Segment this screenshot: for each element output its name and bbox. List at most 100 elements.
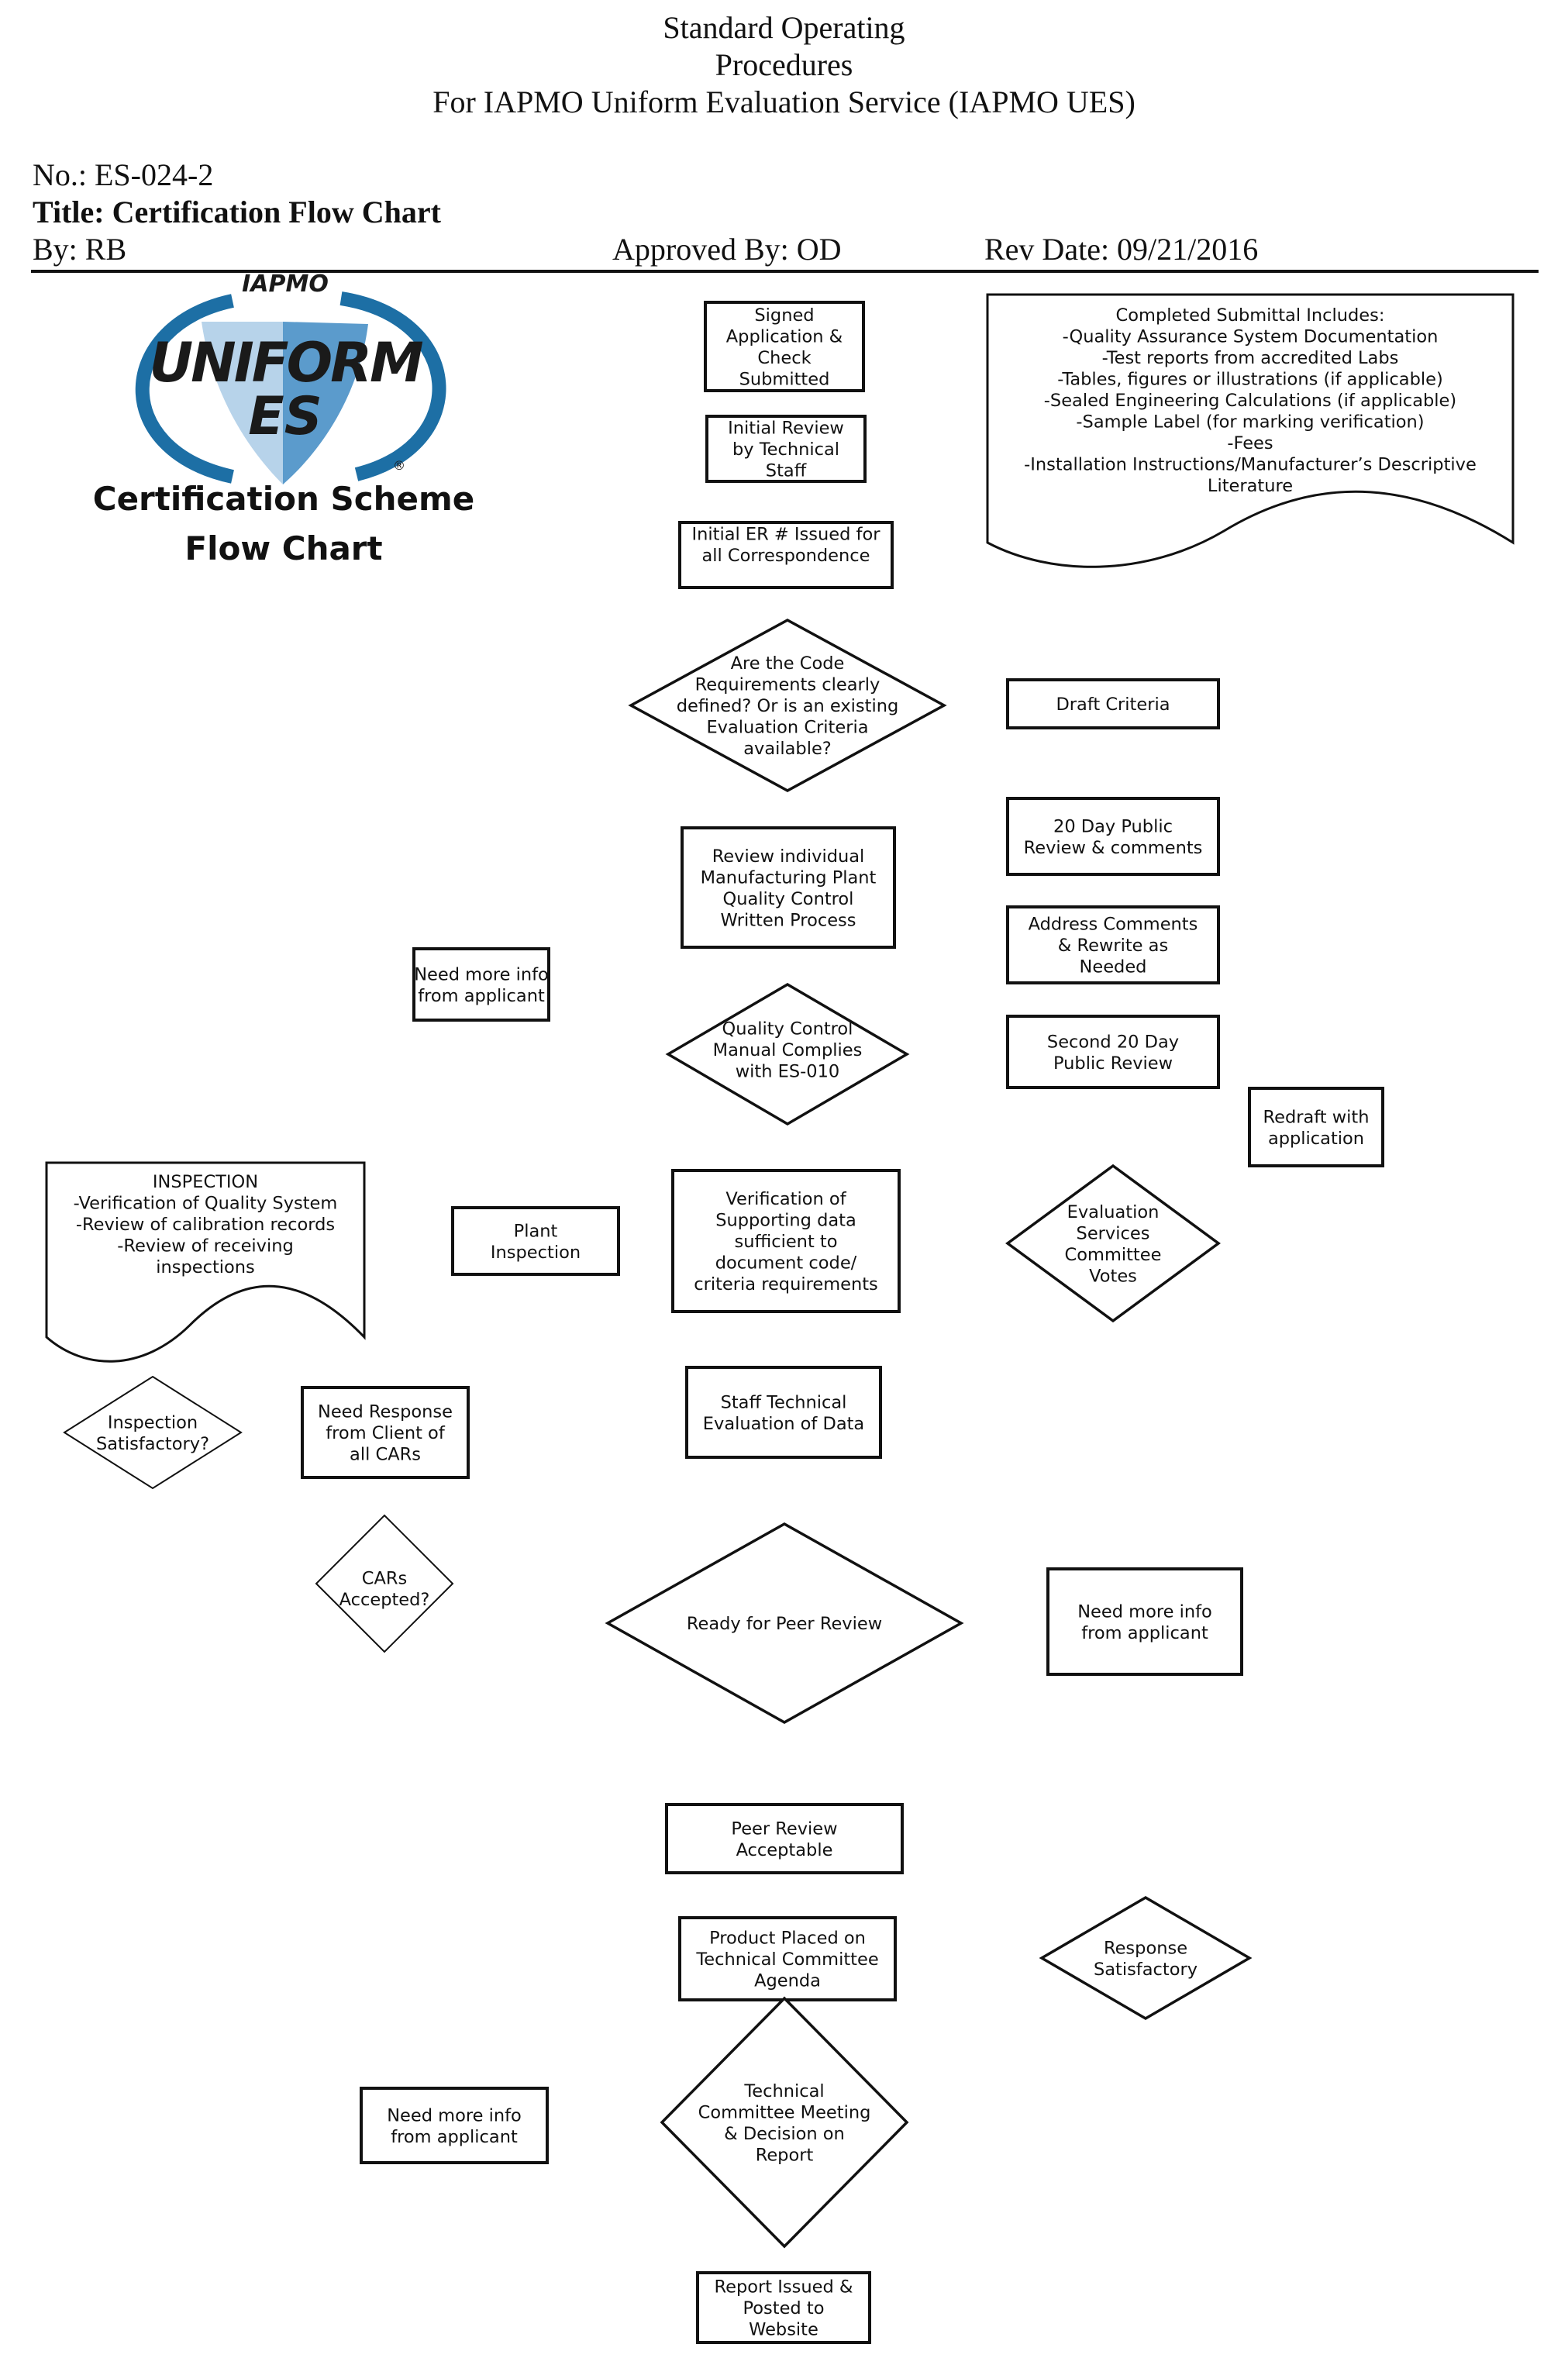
staff-technical-text-line: Staff Technical	[721, 1392, 847, 1412]
second-public-review-text-line: Public Review	[1053, 1053, 1173, 1074]
product-placed-text-line: Technical Committee	[695, 1949, 878, 1970]
verification-text-line: Verification of	[725, 1189, 846, 1209]
submittal-doc-text-line: -Sealed Engineering Calculations (if app…	[1044, 391, 1456, 411]
report-issued-box: Report Issued &Posted toWebsite	[696, 2271, 871, 2344]
response-satisfactory-decision: ResponseSatisfactory	[1039, 1895, 1253, 2021]
report-issued-text-line: Report Issued &	[715, 2277, 853, 2298]
initial-review-text-line: by Technical	[732, 440, 839, 460]
redraft-box: Redraft withapplication	[1248, 1087, 1384, 1167]
verification-text-line: criteria requirements	[694, 1274, 878, 1294]
product-placed-text-line: Agenda	[754, 1971, 821, 1991]
logo-main-text: UNIFORM	[149, 331, 423, 395]
plant-inspection-box: PlantInspection	[451, 1206, 620, 1276]
esc-votes-text-line: Services	[1077, 1223, 1150, 1243]
qc-complies-text-line: Quality Control	[722, 1019, 853, 1039]
tc-meeting-text-line: & Decision on	[724, 2124, 845, 2144]
logo-registered-mark: ®	[393, 458, 405, 473]
draft-criteria-box: Draft Criteria	[1006, 678, 1220, 729]
logo-caption-line-2: Flow Chart	[184, 529, 382, 567]
need-info-3-text-line: Need more info	[387, 2105, 522, 2125]
logo-caption-line-1: Certification Scheme	[93, 480, 475, 518]
ready-peer-review-decision: Ready for Peer Review	[605, 1522, 964, 1725]
submittal-doc-text-line: Completed Submittal Includes:	[1116, 305, 1385, 326]
submittal-doc-text-line: -Test reports from accredited Labs	[1102, 348, 1399, 368]
address-comments-box: Address Comments& Rewrite asNeeded	[1006, 905, 1220, 984]
initial-review-box: Initial Reviewby TechnicalStaff	[705, 415, 867, 483]
redraft-text-line: Redraft with	[1263, 1107, 1369, 1127]
need-info-2-text-line: Need more info	[1077, 1601, 1212, 1622]
cars-accepted-decision: CARsAccepted?	[315, 1514, 454, 1653]
report-issued-text-line: Posted to	[743, 2298, 825, 2318]
signed-application-text-line: Signed	[754, 305, 814, 326]
signed-application-text-line: Check	[757, 348, 811, 368]
tc-meeting-text-line: Report	[756, 2145, 814, 2165]
inspection-satisfactory-text-line: Inspection	[108, 1412, 198, 1432]
esc-votes-text-line: Votes	[1089, 1266, 1137, 1286]
verification-text-line: document code/	[715, 1253, 857, 1274]
draft-criteria-text-line: Draft Criteria	[1056, 695, 1170, 715]
review-plant-qc-text-line: Written Process	[721, 910, 856, 930]
qc-complies-text-line: with ES-010	[736, 1062, 839, 1082]
inspection-doc-text-line: -Review of receiving	[117, 1236, 294, 1257]
need-info-2-box: Need more infofrom applicant	[1046, 1567, 1243, 1676]
inspection-doc-text-line: -Review of calibration records	[76, 1215, 335, 1235]
cars-accepted-text-line: CARs	[362, 1568, 407, 1588]
cars-accepted-text-line: Accepted?	[339, 1590, 430, 1610]
verification-text-line: sufficient to	[734, 1232, 837, 1252]
redraft-text-line: application	[1268, 1129, 1364, 1149]
code-requirements-text-line: Requirements clearly	[695, 675, 880, 695]
second-public-review-box: Second 20 DayPublic Review	[1006, 1015, 1220, 1089]
initial-er-text-line: all Correspondence	[701, 546, 870, 566]
need-response-text-line: all CARs	[350, 1445, 421, 1465]
initial-review-text-line: Staff	[766, 461, 807, 481]
need-info-2-text-line: from applicant	[1081, 1623, 1208, 1643]
plant-inspection-text-line: Plant	[514, 1221, 558, 1241]
need-info-1-box: Need more infofrom applicant	[412, 947, 550, 1022]
inspection-doc-text-line: inspections	[156, 1257, 255, 1277]
address-comments-text-line: Address Comments	[1029, 915, 1198, 935]
initial-review-text-line: Initial Review	[728, 419, 844, 439]
esc-votes-text-line: Committee	[1065, 1245, 1162, 1265]
inspection-satisfactory-decision: InspectionSatisfactory?	[63, 1375, 243, 1490]
initial-er-text-line: Initial ER # Issued for	[692, 524, 881, 544]
report-issued-text-line: Website	[749, 2320, 818, 2340]
second-public-review-text-line: Second 20 Day	[1047, 1032, 1179, 1052]
public-review-20-text-line: 20 Day Public	[1053, 816, 1173, 836]
peer-review-acceptable-text-line: Peer Review	[731, 1818, 837, 1839]
verification-text-line: Supporting data	[715, 1211, 856, 1231]
peer-review-acceptable-text-line: Acceptable	[736, 1840, 833, 1860]
address-comments-text-line: & Rewrite as	[1058, 936, 1168, 956]
submittal-doc-text-line: -Quality Assurance System Documentation	[1063, 327, 1439, 347]
review-plant-qc-text-line: Manufacturing Plant	[701, 867, 877, 888]
initial-er-box: Initial ER # Issued forall Correspondenc…	[678, 521, 894, 589]
code-requirements-text-line: Evaluation Criteria	[706, 718, 868, 738]
esc-votes-decision: EvaluationServicesCommitteeVotes	[1005, 1163, 1221, 1323]
need-info-1-text-line: from applicant	[418, 986, 545, 1006]
peer-review-acceptable-box: Peer ReviewAcceptable	[665, 1803, 904, 1874]
product-placed-box: Product Placed onTechnical CommitteeAgen…	[678, 1916, 897, 2001]
submittal-doc-text-line: -Tables, figures or illustrations (if ap…	[1057, 370, 1442, 390]
need-response-box: Need Responsefrom Client ofall CARs	[301, 1386, 470, 1479]
qc-complies-decision: Quality ControlManual Complieswith ES-01…	[665, 982, 910, 1126]
inspection-doc-text-line: -Verification of Quality System	[74, 1194, 338, 1214]
logo-top-text: IAPMO	[242, 271, 329, 298]
logo-sub-text: ES	[248, 386, 322, 447]
need-info-1-text-line: Need more info	[414, 964, 549, 984]
need-info-3-box: Need more infofrom applicant	[360, 2087, 549, 2164]
submittal-doc-text-line: -Installation Instructions/Manufacturer’…	[1024, 455, 1477, 475]
response-satisfactory-text-line: Satisfactory	[1094, 1960, 1198, 1980]
code-requirements-text-line: Are the Code	[731, 653, 845, 674]
submittal-doc-document: Completed Submittal Includes:-Quality As…	[986, 293, 1515, 568]
inspection-doc-document: INSPECTION-Verification of Quality Syste…	[45, 1161, 366, 1363]
need-response-text-line: Need Response	[318, 1402, 453, 1422]
code-requirements-text-line: defined? Or is an existing	[677, 696, 899, 716]
need-info-3-text-line: from applicant	[391, 2127, 518, 2147]
code-requirements-decision: Are the CodeRequirements clearlydefined?…	[628, 619, 947, 792]
public-review-20-box: 20 Day PublicReview & comments	[1006, 797, 1220, 876]
need-response-text-line: from Client of	[326, 1423, 446, 1443]
submittal-doc-text-line: -Sample Label (for marking verification)	[1076, 412, 1424, 433]
signed-application-text-line: Submitted	[739, 369, 830, 389]
staff-technical-box: Staff TechnicalEvaluation of Data	[685, 1366, 882, 1459]
ready-peer-review-text-line: Ready for Peer Review	[687, 1614, 882, 1634]
address-comments-text-line: Needed	[1080, 957, 1147, 977]
